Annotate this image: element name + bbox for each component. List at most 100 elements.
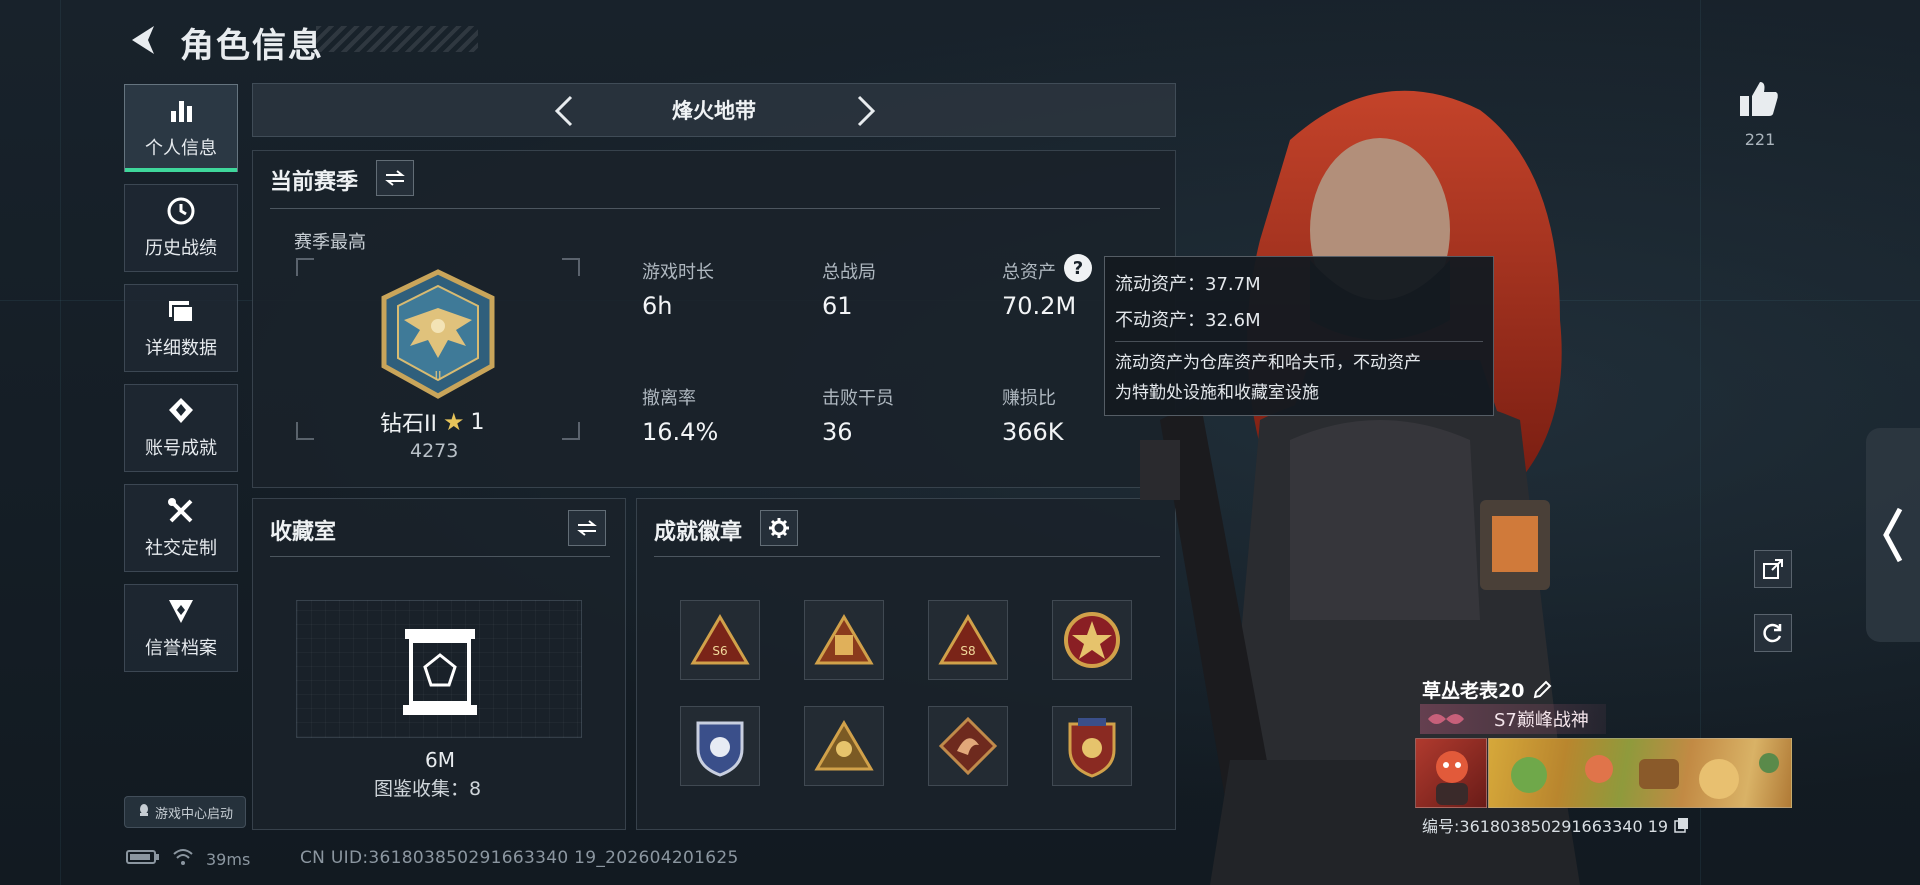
swap-icon xyxy=(577,520,597,536)
ticket-triangle-badge-icon xyxy=(814,614,874,665)
dragon-badge-icon xyxy=(938,716,998,776)
badge-slot[interactable] xyxy=(804,706,884,786)
tooltip-desc-line2: 为特勤处设施和收藏室设施 xyxy=(1115,383,1319,403)
qq-icon xyxy=(137,803,151,821)
page-title: 角色信息 xyxy=(180,26,324,66)
stat-value: 61 xyxy=(822,292,853,320)
badge-slot[interactable] xyxy=(1052,706,1132,786)
badge-slot[interactable] xyxy=(928,706,1008,786)
stat-label: 总资产 xyxy=(1002,262,1056,283)
season-switch-button[interactable] xyxy=(376,160,414,196)
bar-chart-icon xyxy=(166,96,196,126)
divider xyxy=(654,556,1160,557)
status-bar: 39ms xyxy=(126,848,250,870)
banner-artwork-icon xyxy=(1511,753,1779,799)
divider xyxy=(270,208,1160,209)
nav-label: 详细数据 xyxy=(145,338,217,359)
swap-icon xyxy=(385,170,405,186)
nav-item-personal-info[interactable]: 个人信息 xyxy=(124,84,238,172)
frame-corner xyxy=(296,422,314,440)
title-emblem-icon xyxy=(1428,714,1464,724)
chevron-left-icon xyxy=(1883,507,1903,563)
achievement-badge-icon xyxy=(166,396,196,426)
star-icon: ★ xyxy=(442,408,465,436)
player-avatar[interactable] xyxy=(1415,738,1487,808)
side-drawer-tab[interactable] xyxy=(1866,428,1920,642)
like-count: 221 xyxy=(1744,130,1776,149)
folder-stack-icon xyxy=(166,296,196,326)
vault-case-icon xyxy=(403,629,477,715)
svg-text:S6: S6 xyxy=(712,644,727,658)
s6-triangle-badge-icon: S6 xyxy=(690,614,750,665)
badge-slot[interactable] xyxy=(680,706,760,786)
mode-switcher: 烽火地带 xyxy=(252,83,1176,137)
stat-value: 6h xyxy=(642,292,673,320)
nav-label: 历史战绩 xyxy=(145,238,217,259)
tooltip-desc-line1: 流动资产为仓库资产和哈夫币，不动资产 xyxy=(1115,353,1421,373)
stat-value: 70.2M xyxy=(1002,292,1077,320)
player-title: S7巅峰战神 xyxy=(1420,704,1606,734)
rank-score: 4273 xyxy=(410,440,459,462)
nav-label: 信誉档案 xyxy=(145,638,217,659)
share-button[interactable] xyxy=(1754,550,1792,588)
frame-corner xyxy=(562,258,580,276)
badge-slot[interactable] xyxy=(1052,600,1132,680)
chevron-left-icon[interactable] xyxy=(549,94,583,128)
stat-value: 366K xyxy=(1002,418,1064,446)
tooltip-divider xyxy=(1115,341,1483,342)
player-id: 编号:361803850291663340 19 xyxy=(1422,813,1690,837)
vault-value: 6M xyxy=(425,748,455,772)
star-medal-badge-icon xyxy=(1064,612,1120,668)
frame-corner xyxy=(562,422,580,440)
refresh-button[interactable] xyxy=(1754,614,1792,652)
launch-label: 游戏中心启动 xyxy=(154,806,233,822)
s8-triangle-badge-icon: S8 xyxy=(938,614,998,665)
stat-label: 游戏时长 xyxy=(642,262,714,283)
rank-name-text: 钻石II xyxy=(380,412,437,437)
tools-icon xyxy=(166,496,196,526)
vault-preview[interactable] xyxy=(296,600,582,738)
player-banner[interactable] xyxy=(1488,738,1792,808)
badge-settings-button[interactable] xyxy=(760,510,798,546)
copy-icon[interactable] xyxy=(1674,817,1690,833)
help-icon[interactable]: ? xyxy=(1064,254,1092,282)
title-decoration xyxy=(316,26,478,52)
season-best-label: 赛季最高 xyxy=(294,232,366,253)
stat-label: 总战局 xyxy=(822,262,876,283)
game-center-launch-button[interactable]: 游戏中心启动 xyxy=(124,796,246,828)
battery-icon xyxy=(126,849,160,869)
collection-title: 收藏室 xyxy=(270,520,337,545)
nav-label: 账号成就 xyxy=(145,438,217,459)
mode-title: 烽火地带 xyxy=(672,99,756,123)
back-arrow-icon[interactable] xyxy=(126,22,162,58)
chevron-right-icon[interactable] xyxy=(847,94,881,128)
tooltip-liquid-assets: 流动资产：37.7M xyxy=(1115,274,1261,295)
badge-slot[interactable]: S6 xyxy=(680,600,760,680)
gear-icon xyxy=(769,518,789,538)
ping-value: 39ms xyxy=(206,849,251,869)
assets-tooltip: 流动资产：37.7M 不动资产：32.6M 流动资产为仓库资产和哈夫币，不动资产… xyxy=(1104,256,1494,416)
nav-item-details[interactable]: 详细数据 xyxy=(124,284,238,372)
nav-item-credit[interactable]: 信誉档案 xyxy=(124,584,238,672)
badge-slot[interactable]: S8 xyxy=(928,600,1008,680)
nav-item-achievements[interactable]: 账号成就 xyxy=(124,384,238,472)
collection-count: 图鉴收集：8 xyxy=(374,778,482,800)
stat-label: 撤离率 xyxy=(642,388,696,409)
player-name: 草丛老表20 xyxy=(1422,676,1552,703)
player-id-text: 编号:361803850291663340 19 xyxy=(1422,817,1669,836)
badge-slot[interactable] xyxy=(804,600,884,680)
nav-label: 社交定制 xyxy=(145,538,217,559)
stat-value: 16.4% xyxy=(642,418,719,446)
soldier-triangle-badge-icon xyxy=(814,720,874,771)
collection-switch-button[interactable] xyxy=(568,510,606,546)
diamond-rank-emblem-icon: II xyxy=(381,269,495,399)
refresh-icon xyxy=(1763,623,1782,643)
nav-label: 个人信息 xyxy=(145,138,217,159)
shield-crest-badge-icon xyxy=(696,721,744,777)
avatar-character-icon xyxy=(1436,751,1468,805)
edit-pencil-icon[interactable] xyxy=(1532,680,1552,700)
thumbs-up-icon[interactable] xyxy=(1738,78,1780,120)
rank-name: 钻石II ★ 1 xyxy=(380,406,485,438)
nav-item-social[interactable]: 社交定制 xyxy=(124,484,238,572)
nav-item-history[interactable]: 历史战绩 xyxy=(124,184,238,272)
